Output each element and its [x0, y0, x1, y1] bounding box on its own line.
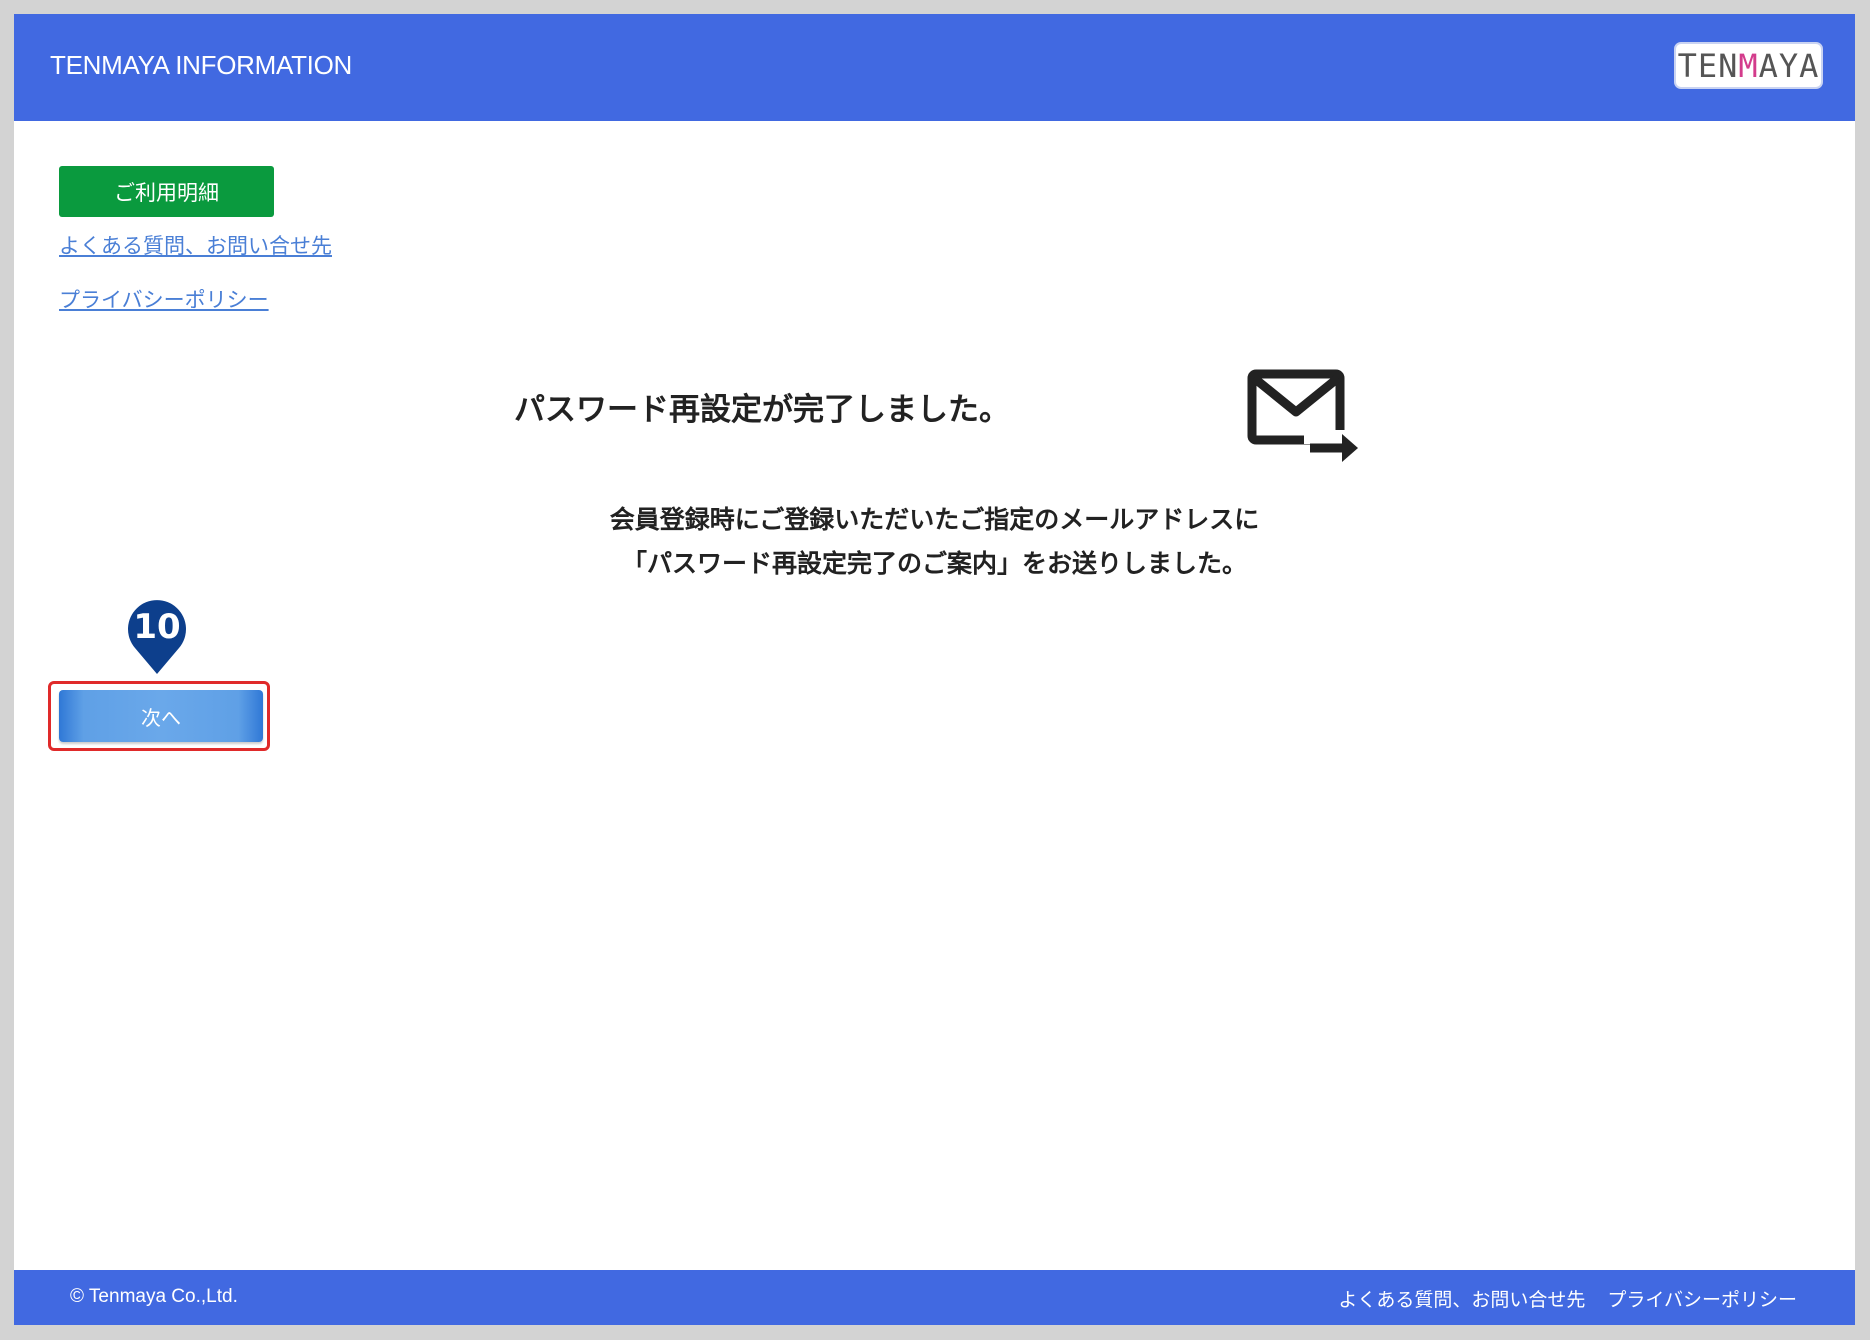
header-bar: TENMAYA INFORMATION TEN M AYA [14, 14, 1855, 121]
footer-bar: © Tenmaya Co.,Ltd. よくある質問、お問い合せ先 プライバシーポ… [14, 1270, 1855, 1325]
logo-text-accent: M [1738, 46, 1759, 85]
tenmaya-logo[interactable]: TEN M AYA [1674, 42, 1823, 89]
step-number: 10 [133, 607, 180, 647]
footer-links: よくある質問、お問い合せ先 プライバシーポリシー [1338, 1285, 1797, 1312]
mail-send-icon [1247, 369, 1358, 462]
copyright-text: © Tenmaya Co.,Ltd. [70, 1286, 238, 1307]
logo-text-post: AYA [1758, 46, 1820, 85]
site-title: TENMAYA INFORMATION [50, 50, 352, 80]
page-title: パスワード再設定が完了しました。 [514, 392, 1010, 428]
completion-message: 会員登録時にご登録いただいたご指定のメールアドレスに 「パスワード再設定完了のご… [14, 498, 1855, 586]
logo-text-pre: TEN [1677, 46, 1739, 85]
footer-faq-link[interactable]: よくある質問、お問い合せ先 [1338, 1285, 1585, 1312]
privacy-policy-link[interactable]: プライバシーポリシー [59, 284, 269, 314]
faq-contact-link[interactable]: よくある質問、お問い合せ先 [59, 230, 332, 260]
usage-details-button[interactable]: ご利用明細 [59, 166, 274, 217]
step-number-marker: 10 [128, 600, 186, 674]
message-line-2: 「パスワード再設定完了のご案内」をお送りしました。 [621, 549, 1247, 578]
next-button[interactable]: 次へ [59, 690, 263, 742]
footer-privacy-link[interactable]: プライバシーポリシー [1607, 1285, 1797, 1312]
page-frame: TENMAYA INFORMATION TEN M AYA ご利用明細 よくある質問… [14, 14, 1855, 1325]
message-line-1: 会員登録時にご登録いただいたご指定のメールアドレスに [609, 505, 1260, 534]
